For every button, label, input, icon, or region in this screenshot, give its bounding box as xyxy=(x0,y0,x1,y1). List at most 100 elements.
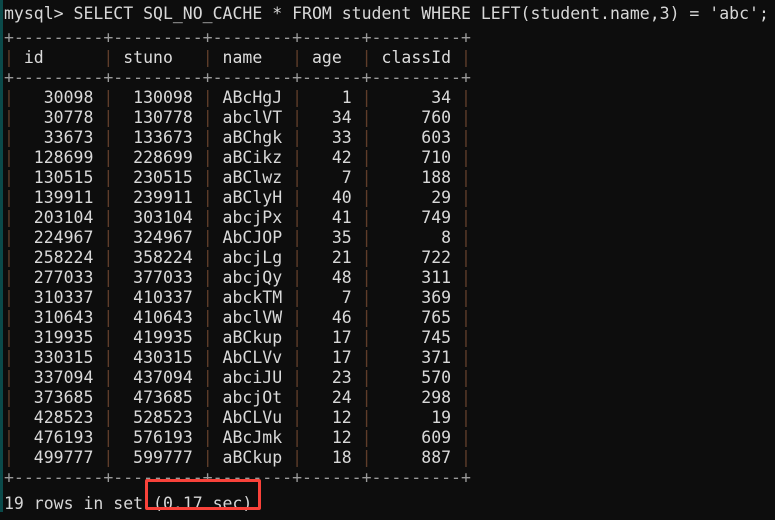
table-column-separator: | xyxy=(103,328,114,347)
table-column-separator: | xyxy=(292,108,303,127)
table-cell-age: 12 xyxy=(302,408,362,427)
table-cell-name: aBCkup xyxy=(212,448,293,467)
table-cell-age: 7 xyxy=(302,168,362,187)
table-cell-stuno: 437094 xyxy=(113,368,203,387)
table-cell-classId: 609 xyxy=(371,428,461,447)
table-cell-name: aBChgk xyxy=(212,128,293,147)
table-column-separator: | xyxy=(103,348,114,367)
table-cell-name: aBClwz xyxy=(212,168,293,187)
table-column-separator: | xyxy=(4,248,14,267)
table-cell-id: 33673 xyxy=(13,128,104,147)
table-cell-age: 24 xyxy=(302,388,362,407)
table-cell-classId: 188 xyxy=(371,168,461,187)
table-cell-classId: 887 xyxy=(371,448,461,467)
table-cell-id: 310337 xyxy=(13,288,104,307)
mysql-terminal-window: mysql> SELECT SQL_NO_CACHE * FROM studen… xyxy=(0,0,775,513)
table-cell-id: 130515 xyxy=(13,168,104,187)
table-cell-name: abcjQy xyxy=(212,268,293,287)
table-column-separator: | xyxy=(4,348,14,367)
table-column-separator: | xyxy=(103,288,114,307)
table-column-separator: | xyxy=(292,188,303,207)
table-column-separator: | xyxy=(361,48,372,67)
table-cell-age: 48 xyxy=(302,268,362,287)
table-column-separator: | xyxy=(461,248,471,267)
row-count-text: 19 rows in set xyxy=(4,494,154,513)
table-cell-id: 277033 xyxy=(13,268,104,287)
table-cell-stuno: 230515 xyxy=(113,168,203,187)
table-column-separator: | xyxy=(103,268,114,287)
table-cell-id: 373685 xyxy=(13,388,104,407)
table-cell-name: abcjOt xyxy=(212,388,293,407)
table-column-separator: | xyxy=(4,228,14,247)
table-cell-id: 30778 xyxy=(13,108,104,127)
table-cell-classId: 722 xyxy=(371,248,461,267)
table-column-separator: | xyxy=(4,88,14,107)
table-cell-name: aBClyH xyxy=(212,188,293,207)
table-column-separator: | xyxy=(292,248,303,267)
table-cell-id: 258224 xyxy=(13,248,104,267)
table-column-separator: | xyxy=(103,108,114,127)
table-column-separator: | xyxy=(202,168,213,187)
table-column-separator: | xyxy=(461,188,471,207)
table-cell-classId: 371 xyxy=(371,348,461,367)
table-column-separator: | xyxy=(202,188,213,207)
table-column-separator: | xyxy=(361,268,372,287)
table-cell-classId: 749 xyxy=(371,208,461,227)
table-cell-stuno: 419935 xyxy=(113,328,203,347)
table-cell-age: 17 xyxy=(302,328,362,347)
table-row: | 128699 | 228699 | aBCikz | 42 | 710 | xyxy=(4,148,775,168)
table-column-separator: | xyxy=(103,48,114,67)
table-column-separator: | xyxy=(103,408,114,427)
table-rule-bottom: +---------+---------+--------+------+---… xyxy=(4,468,775,488)
table-cell-classId: 603 xyxy=(371,128,461,147)
table-cell-id: 428523 xyxy=(13,408,104,427)
table-cell-name: ABcHgJ xyxy=(212,88,293,107)
table-cell-stuno: 133673 xyxy=(113,128,203,147)
table-cell-name: abcjLg xyxy=(212,248,293,267)
table-column-separator: | xyxy=(202,388,213,407)
table-row: | 319935 | 419935 | aBCkup | 17 | 745 | xyxy=(4,328,775,348)
table-cell-id: 30098 xyxy=(13,88,104,107)
table-column-separator: | xyxy=(361,128,372,147)
table-column-separator: | xyxy=(461,128,471,147)
table-cell-id: 319935 xyxy=(13,328,104,347)
table-column-separator: | xyxy=(202,108,213,127)
table-column-separator: | xyxy=(4,408,14,427)
table-column-separator: | xyxy=(361,188,372,207)
column-header-stuno: stuno xyxy=(113,48,203,67)
table-column-separator: | xyxy=(292,168,303,187)
table-column-separator: | xyxy=(4,328,14,347)
table-column-separator: | xyxy=(202,348,213,367)
table-column-separator: | xyxy=(202,48,213,67)
table-cell-name: abclVT xyxy=(212,108,293,127)
table-column-separator: | xyxy=(202,128,213,147)
table-column-separator: | xyxy=(361,168,372,187)
table-cell-classId: 34 xyxy=(371,88,461,107)
table-column-separator: | xyxy=(461,388,471,407)
table-column-separator: | xyxy=(461,268,471,287)
column-header-age: age xyxy=(302,48,362,67)
table-column-separator: | xyxy=(361,208,372,227)
table-cell-age: 23 xyxy=(302,368,362,387)
table-column-separator: | xyxy=(461,448,471,467)
table-column-separator: | xyxy=(292,348,303,367)
table-column-separator: | xyxy=(461,428,471,447)
table-column-separator: | xyxy=(461,48,471,67)
table-column-separator: | xyxy=(4,128,14,147)
table-cell-stuno: 324967 xyxy=(113,228,203,247)
table-column-separator: | xyxy=(202,88,213,107)
table-column-separator: | xyxy=(461,408,471,427)
table-column-separator: | xyxy=(4,308,14,327)
table-rule-middle-text: +---------+---------+--------+------+---… xyxy=(4,68,471,87)
table-cell-id: 476193 xyxy=(13,428,104,447)
table-cell-classId: 29 xyxy=(371,188,461,207)
table-cell-stuno: 228699 xyxy=(113,148,203,167)
table-column-separator: | xyxy=(292,448,303,467)
table-cell-age: 12 xyxy=(302,428,362,447)
table-column-separator: | xyxy=(361,88,372,107)
table-column-separator: | xyxy=(103,448,114,467)
column-header-classId: classId xyxy=(371,48,461,67)
table-rule-top-text: +---------+---------+--------+------+---… xyxy=(4,28,471,47)
table-column-separator: | xyxy=(361,308,372,327)
table-cell-stuno: 576193 xyxy=(113,428,203,447)
